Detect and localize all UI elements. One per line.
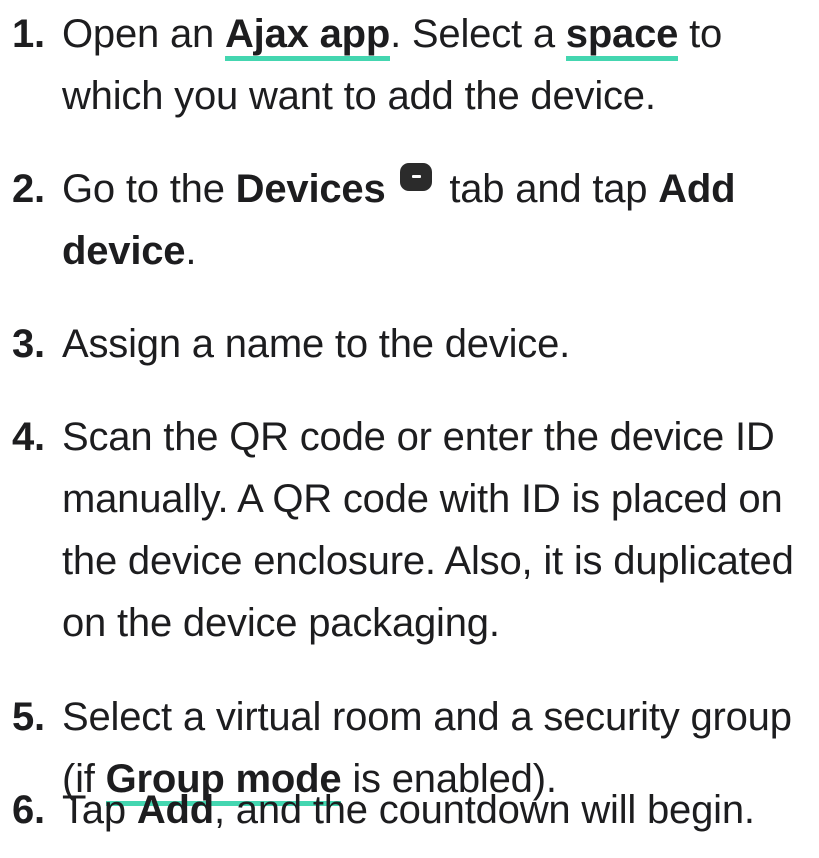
- step-text-segment: tab and tap: [438, 167, 659, 211]
- step-2: 2. Go to the Devices tab and tap Add dev…: [12, 158, 819, 282]
- step-text: Tap Add, and the countdown will begin.: [62, 779, 819, 841]
- step-text: Scan the QR code or enter the device ID …: [62, 415, 794, 645]
- step-6: 6. Tap Add, and the countdown will begin…: [12, 779, 819, 841]
- step-text-segment: Go to the: [62, 167, 236, 211]
- step-text-segment: Open an: [62, 12, 225, 56]
- step-text-segment: , and the countdown will begin.: [213, 788, 755, 832]
- devices-tab-label: Devices: [235, 167, 386, 211]
- step-text-segment: Tap: [62, 788, 137, 832]
- step-number: 2.: [12, 167, 45, 211]
- step-4: 4. Scan the QR code or enter the device …: [12, 406, 819, 654]
- step-text-segment: .: [185, 229, 197, 273]
- add-label: Add: [136, 788, 214, 832]
- step-text: Open an Ajax app. Select a space to whic…: [62, 3, 819, 127]
- devices-tab-icon: [400, 163, 433, 192]
- step-text: Assign a name to the device.: [62, 322, 571, 366]
- step-number: 3.: [12, 322, 45, 366]
- step-text: Go to the Devices tab and tap Add device…: [62, 158, 819, 282]
- step-number: 5.: [12, 695, 45, 739]
- step-1: 1. Open an Ajax app. Select a space to w…: [12, 3, 819, 127]
- step-number: 6.: [12, 788, 45, 832]
- step-3: 3. Assign a name to the device.: [12, 313, 819, 375]
- space-link[interactable]: space: [565, 12, 678, 61]
- step-number: 1.: [12, 12, 45, 56]
- step-text-segment: . Select a: [390, 12, 566, 56]
- instruction-steps: 1. Open an Ajax app. Select a space to w…: [0, 0, 819, 858]
- ajax-app-link[interactable]: Ajax app: [224, 12, 390, 61]
- step-number: 4.: [12, 415, 45, 459]
